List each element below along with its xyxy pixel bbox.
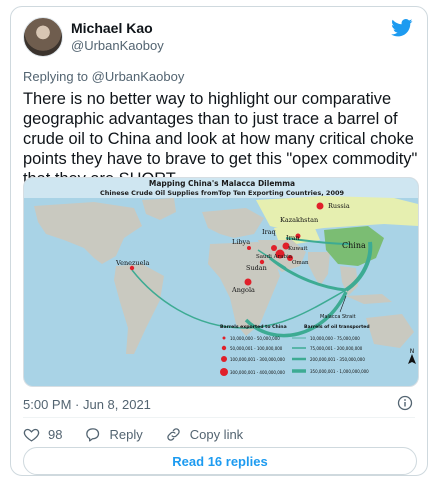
- tweet-timestamp[interactable]: 5:00 PM · Jun 8, 2021: [23, 397, 151, 412]
- legend-exports-3: 100,000,001 - 300,000,000: [230, 357, 285, 362]
- north-arrow-label: N: [410, 348, 415, 355]
- reply-handle-link[interactable]: @UrbanKaoboy: [92, 69, 185, 84]
- author-handle[interactable]: @UrbanKaoboy: [71, 38, 164, 53]
- legend-exports-title: Barrels exported to China: [220, 324, 287, 330]
- legend-transport-3: 200,000,001 - 350,000,000: [310, 357, 365, 362]
- author-name[interactable]: Michael Kao: [71, 20, 153, 36]
- avatar[interactable]: [23, 17, 63, 57]
- reply-label: Reply: [109, 426, 143, 442]
- divider: [23, 417, 415, 418]
- label-angola: Angola: [231, 286, 255, 294]
- label-venezuela: Venezuela: [115, 259, 150, 267]
- heart-icon: [23, 428, 40, 442]
- like-count: 98: [48, 426, 63, 442]
- copy-link-label: Copy link: [189, 426, 244, 442]
- label-libya: Libya: [232, 238, 250, 246]
- link-icon: [167, 427, 180, 441]
- legend-exports-2: 50,000,001 - 100,000,000: [230, 346, 283, 351]
- tweet-image[interactable]: Mapping China's Malacca Dilemma Chinese …: [23, 177, 419, 387]
- twitter-bird-icon[interactable]: [391, 19, 413, 37]
- legend-transport-4: 350,000,001 - 1,000,000,000: [310, 369, 369, 374]
- label-malacca-strait: Malacca Strait: [320, 314, 356, 320]
- tweet-actions: 98 Reply Copy link: [23, 425, 265, 443]
- tweet-text: There is no better way to highlight our …: [23, 90, 418, 188]
- oil-route-map: Mapping China's Malacca Dilemma Chinese …: [24, 178, 418, 376]
- map-title: Mapping China's Malacca Dilemma: [149, 179, 295, 188]
- label-oman: Oman: [292, 260, 309, 266]
- legend-exports-1: 10,000,000 - 50,000,000: [230, 336, 280, 341]
- read-replies-button[interactable]: Read 16 replies: [23, 447, 417, 475]
- map-subtitle: Chinese Crude Oil Supplies fromTop Ten E…: [100, 189, 345, 197]
- label-saudi-arabia: Saudi Arabia: [256, 254, 293, 260]
- label-iraq: Iraq: [262, 228, 276, 236]
- info-icon[interactable]: [397, 395, 413, 411]
- label-russia: Russia: [328, 202, 350, 210]
- legend-transport-2: 75,000,001 - 200,000,000: [310, 346, 363, 351]
- reply-prefix: Replying to: [23, 69, 92, 84]
- legend-transport-title: Barrels of oil transported: [304, 324, 370, 330]
- reply-icon: [86, 427, 100, 442]
- label-kazakhstan: Kazakhstan: [280, 216, 318, 224]
- reply-button[interactable]: Reply: [84, 426, 143, 443]
- legend-transport-1: 10,000,000 - 75,000,000: [310, 336, 360, 341]
- label-kuwait: Kuwait: [288, 246, 308, 252]
- tweet-card[interactable]: Michael Kao @UrbanKaoboy Replying to @Ur…: [10, 6, 428, 476]
- like-button[interactable]: 98: [23, 426, 62, 443]
- label-china: China: [342, 241, 366, 250]
- map-legend: Barrels exported to China 10,000,000 - 5…: [220, 324, 370, 376]
- copy-link-button[interactable]: Copy link: [165, 426, 243, 443]
- label-iran: Iran: [286, 234, 300, 242]
- legend-exports-4: 300,000,001 - 400,000,000: [230, 370, 285, 375]
- reply-context: Replying to @UrbanKaoboy: [23, 69, 184, 84]
- label-sudan: Sudan: [246, 264, 267, 272]
